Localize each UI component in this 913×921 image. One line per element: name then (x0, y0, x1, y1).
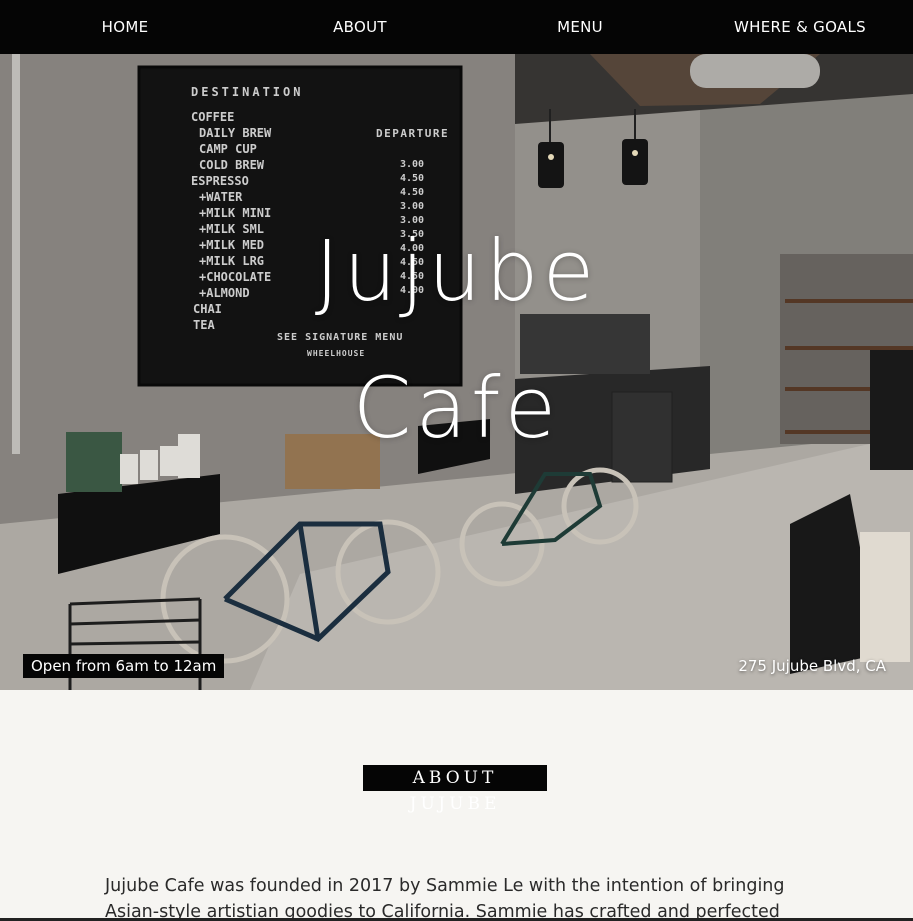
nav-about[interactable]: ABOUT (250, 0, 470, 54)
top-nav: HOME ABOUT MENU WHERE & GOALS (0, 0, 913, 54)
nav-home[interactable]: HOME (0, 0, 250, 54)
nav-where-goals[interactable]: WHERE & GOALS (690, 0, 910, 54)
nav-menu[interactable]: MENU (470, 0, 690, 54)
about-heading: ABOUT JUJUBE (363, 765, 547, 814)
address-label: 275 Jujube Blvd, CA (738, 657, 886, 675)
about-paragraph: Jujube Cafe was founded in 2017 by Sammi… (105, 876, 785, 921)
hero-section: DESTINATION DEPARTURE COFFEE DAILY BREW … (0, 54, 913, 690)
opening-hours-badge: Open from 6am to 12am (23, 654, 225, 678)
hero-title-line-1: Jujube (314, 222, 599, 320)
hero-title-line-2: Cafe (352, 359, 561, 457)
